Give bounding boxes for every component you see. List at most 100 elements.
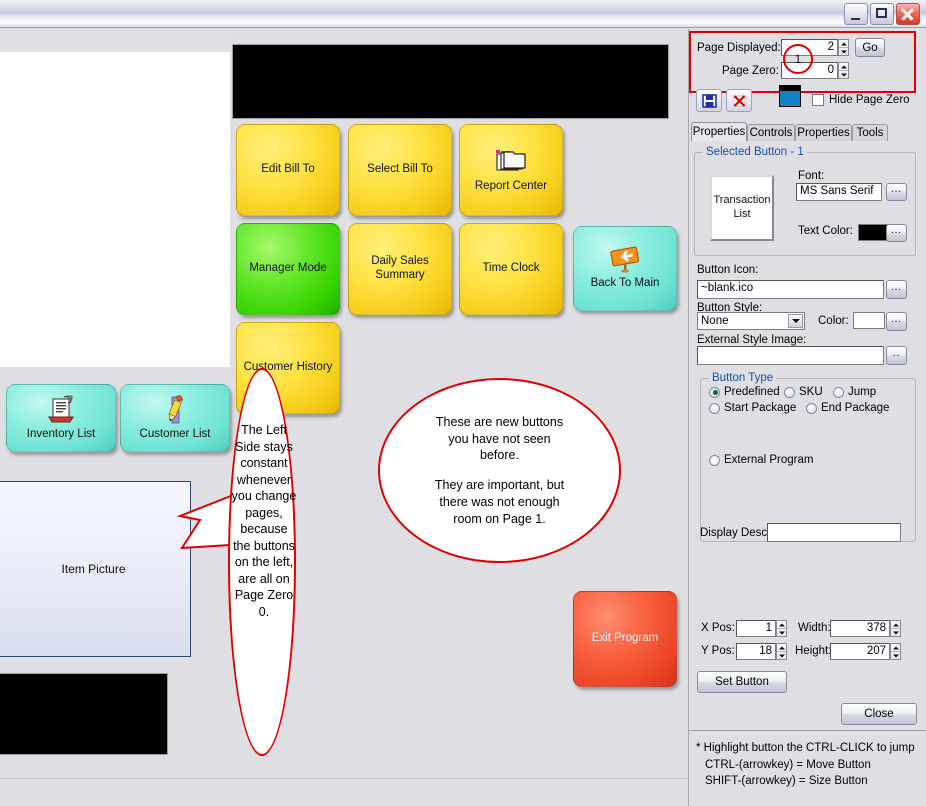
pos-button-time-clock[interactable]: Time Clock	[459, 223, 563, 315]
tab-controls[interactable]: Controls	[747, 124, 795, 141]
hide-page-zero-label: Hide Page Zero	[829, 94, 910, 106]
pos-button-report-center[interactable]: Report Center	[459, 124, 563, 216]
callout-left-side-text: The Left Side stays constant whenever yo…	[231, 423, 297, 619]
text-color-browse-button[interactable]: ...	[886, 224, 907, 242]
color-browse-button[interactable]: ...	[886, 312, 907, 331]
width-input[interactable]: 378	[830, 620, 890, 637]
external-style-browse-button[interactable]: ..	[886, 346, 907, 365]
pos-button-select-bill-to[interactable]: Select Bill To	[348, 124, 452, 216]
radio-external-program[interactable]: External Program	[709, 454, 813, 466]
pos-button-inventory-list[interactable]: Inventory List	[6, 384, 116, 452]
folders-icon	[493, 147, 529, 177]
keyboard-hints: * Highlight button the CTRL-CLICK to jum…	[696, 740, 922, 790]
button-icon-label: Button Icon:	[697, 264, 759, 276]
hide-page-zero-checkbox[interactable]	[812, 94, 824, 106]
callout-line: there was not enough	[439, 494, 560, 509]
tab-tools[interactable]: Tools	[852, 124, 888, 141]
save-icon[interactable]	[696, 89, 722, 112]
button-icon-input[interactable]: ~blank.ico	[697, 280, 884, 299]
pos-button-edit-bill-to[interactable]: Edit Bill To	[236, 124, 340, 216]
pos-button-back-to-main[interactable]: Back To Main	[573, 226, 677, 311]
width-label: Width:	[798, 622, 831, 634]
height-spinner[interactable]	[890, 643, 901, 660]
hint-line: CTRL-(arrowkey) = Move Button	[705, 758, 871, 771]
xpos-spinner[interactable]	[776, 620, 787, 637]
pos-button-label: Customer List	[139, 427, 211, 440]
radio-predefined[interactable]: Predefined	[709, 386, 780, 398]
radio-start-package[interactable]: Start Package	[709, 402, 796, 414]
callout-line: before.	[480, 448, 519, 463]
ypos-spinner[interactable]	[776, 643, 787, 660]
font-input[interactable]: MS Sans Serif	[796, 183, 882, 201]
callout-new-buttons: These are new buttons you have not seen …	[378, 378, 621, 563]
panel-tabs: Properties Controls Properties Tools	[691, 122, 923, 141]
chevron-down-icon[interactable]	[788, 314, 803, 328]
button-style-select[interactable]: None	[697, 312, 805, 330]
callout-left-side: The Left Side stays constant whenever yo…	[228, 368, 296, 756]
color-swatch-icon[interactable]	[779, 85, 801, 107]
radio-jump-icon[interactable]	[833, 386, 844, 398]
external-style-input[interactable]	[697, 346, 884, 365]
display-desc-label: Display Desc:	[700, 527, 771, 539]
pos-button-label: Back To Main	[590, 277, 660, 290]
width-spinner[interactable]	[890, 620, 901, 637]
ypos-input[interactable]: 18	[736, 643, 776, 660]
radio-jump[interactable]: Jump	[833, 386, 876, 398]
preview-line-2: List	[733, 208, 751, 220]
button-icon-browse-button[interactable]: ...	[886, 280, 907, 299]
radio-end-package-icon[interactable]	[806, 402, 817, 414]
inventory-list-icon	[44, 395, 78, 425]
delete-icon[interactable]	[726, 89, 752, 112]
radio-predefined-icon[interactable]	[709, 386, 720, 398]
radio-sku[interactable]: SKU	[784, 386, 823, 398]
color-swatch[interactable]	[853, 312, 885, 329]
minimize-icon[interactable]	[844, 3, 868, 25]
radio-start-package-label: Start Package	[724, 402, 797, 414]
pos-button-label: Edit Bill To	[261, 163, 315, 176]
pos-button-label: Time Clock	[482, 262, 540, 275]
pos-button-label: Inventory List	[26, 427, 96, 440]
height-input[interactable]: 207	[830, 643, 890, 660]
maximize-icon[interactable]	[870, 3, 894, 25]
radio-end-package[interactable]: End Package	[806, 402, 889, 414]
selected-button-preview[interactable]: Transaction List	[710, 175, 774, 241]
radio-external-program-label: External Program	[724, 454, 814, 466]
annotation-marker-1: 1	[783, 44, 813, 74]
bottom-divider	[0, 778, 688, 779]
page-displayed-spinner[interactable]	[838, 39, 849, 56]
tab-properties-2[interactable]: Properties	[795, 124, 852, 141]
radio-predefined-label: Predefined	[724, 386, 780, 398]
display-panel-bottom	[0, 673, 168, 755]
close-button[interactable]: Close	[841, 703, 917, 725]
text-color-swatch[interactable]	[858, 224, 888, 241]
radio-external-program-icon[interactable]	[709, 454, 720, 466]
callout-line: room on Page 1.	[453, 511, 546, 526]
pos-button-customer-list[interactable]: Customer List	[120, 384, 230, 452]
font-browse-button[interactable]: ...	[886, 183, 907, 201]
radio-sku-label: SKU	[799, 386, 823, 398]
selected-button-group-title: Selected Button - 1	[703, 146, 807, 158]
go-button[interactable]: Go	[855, 38, 885, 57]
radio-sku-icon[interactable]	[784, 386, 795, 398]
pos-button-label: Daily Sales Summary	[371, 255, 429, 281]
pos-button-daily-sales-summary[interactable]: Daily Sales Summary	[348, 223, 452, 315]
text-color-label: Text Color:	[798, 225, 853, 237]
page-zero-spinner[interactable]	[838, 62, 849, 79]
pos-white-pane	[0, 52, 230, 367]
window-controls	[844, 3, 920, 25]
callout-line: you have not seen	[448, 431, 551, 446]
radio-jump-label: Jump	[848, 386, 877, 398]
callout-line: These are new buttons	[435, 414, 564, 429]
display-desc-input[interactable]	[767, 523, 901, 542]
xpos-input[interactable]: 1	[736, 620, 776, 637]
xpos-label: X Pos:	[701, 622, 735, 634]
pos-button-exit-program[interactable]: Exit Program	[573, 591, 677, 687]
pos-button-manager-mode[interactable]: Manager Mode	[236, 223, 340, 315]
pos-button-label: Exit Program	[591, 632, 659, 645]
tab-properties-1[interactable]: Properties	[691, 122, 747, 141]
height-label: Height:	[795, 645, 832, 657]
close-icon[interactable]	[896, 3, 920, 25]
radio-start-package-icon[interactable]	[709, 402, 720, 414]
application-window: Item Picture Inventory List Customer Lis…	[0, 0, 926, 806]
set-button-button[interactable]: Set Button	[697, 671, 787, 693]
